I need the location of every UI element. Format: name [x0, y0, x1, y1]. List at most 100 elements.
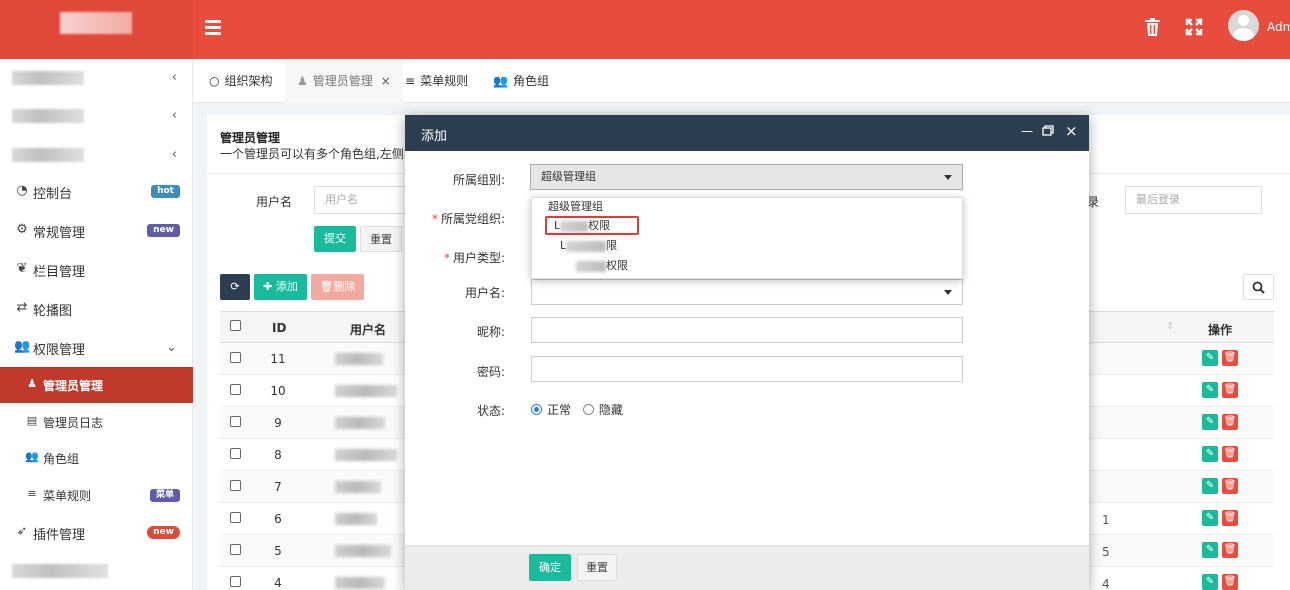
password-input[interactable] — [531, 356, 963, 382]
trash-icon: 🗑 — [1223, 448, 1237, 459]
delete-row-button[interactable]: 🗑 — [1222, 542, 1238, 558]
delete-button[interactable]: 🗑删除 — [311, 274, 364, 300]
edit-button[interactable]: ✎ — [1202, 542, 1218, 558]
sidebar-item-auth[interactable]: 👥 权限管理 ⌄ — [0, 328, 193, 367]
admin-name[interactable]: Adm — [1267, 20, 1290, 34]
dialog-reset-button[interactable]: 重置 — [577, 554, 617, 581]
search-toggle-button[interactable] — [1243, 274, 1274, 300]
status-hidden-radio[interactable]: 隐藏 — [582, 403, 623, 417]
sidebar-item-redacted-4[interactable] — [0, 552, 193, 590]
sidebar-subitem-adminlog[interactable]: ▤ 管理员日志 — [0, 404, 193, 440]
sidebar-item-plugin[interactable]: ➶ 插件管理 new — [0, 513, 193, 552]
username-select[interactable] — [531, 279, 963, 305]
add-button[interactable]: ✚ 添加 — [254, 274, 307, 300]
trash-icon[interactable] — [1144, 18, 1161, 41]
submit-button[interactable]: 提交 — [314, 226, 356, 252]
user-avatar[interactable] — [1228, 10, 1259, 41]
edit-button[interactable]: ✎ — [1202, 414, 1218, 430]
row-checkbox[interactable] — [230, 544, 241, 555]
row-checkbox[interactable] — [230, 512, 241, 523]
refresh-button[interactable]: ⟳ — [220, 274, 250, 300]
edit-button[interactable]: ✎ — [1202, 510, 1218, 526]
username-redacted — [335, 545, 391, 557]
sidebar-item-general[interactable]: ⚙ 常规管理 new — [0, 211, 193, 250]
tab-group[interactable]: 👥 角色组 — [489, 59, 553, 103]
delete-row-button[interactable]: 🗑 — [1222, 510, 1238, 526]
row-checkbox[interactable] — [230, 576, 241, 587]
reset-button[interactable]: 重置 — [360, 226, 402, 252]
column-header-ops: 操作 — [1208, 323, 1233, 337]
dialog-title: 添加 — [421, 129, 448, 144]
dropdown-option[interactable]: L限 — [532, 236, 964, 256]
row-id: 8 — [274, 448, 282, 462]
select-all-checkbox[interactable] — [230, 320, 241, 331]
username-redacted — [335, 481, 381, 493]
password-label: 密码: — [476, 365, 505, 379]
tab-label: 菜单规则 — [420, 74, 469, 88]
last-login-input[interactable]: 最后登录 — [1125, 186, 1262, 214]
row-checkbox[interactable] — [230, 416, 241, 427]
highlight-annotation — [545, 216, 639, 235]
caret-down-icon — [944, 175, 952, 180]
status-normal-radio[interactable]: 正常 — [531, 403, 571, 417]
column-header-username[interactable]: 用户名 — [350, 321, 386, 338]
tab-admin[interactable]: ♟ 管理员管理 × — [285, 59, 403, 103]
edit-button[interactable]: ✎ — [1202, 350, 1218, 366]
dropdown-option[interactable]: 超级管理组 — [532, 197, 964, 217]
pencil-icon: ✎ — [1205, 480, 1215, 491]
dropdown-option[interactable]: 权限 — [532, 256, 964, 276]
fullscreen-icon[interactable] — [1185, 18, 1203, 41]
nickname-input[interactable] — [531, 317, 963, 343]
sidebar-item-carousel[interactable]: ⇄ 轮播图 — [0, 289, 193, 328]
leaf-icon: ❦ — [16, 261, 28, 276]
close-icon[interactable]: × — [381, 74, 391, 88]
row-checkbox[interactable] — [230, 448, 241, 459]
delete-row-button[interactable]: 🗑 — [1222, 478, 1238, 494]
delete-row-button[interactable]: 🗑 — [1222, 446, 1238, 462]
edit-button[interactable]: ✎ — [1202, 478, 1218, 494]
column-header-id[interactable]: ID — [272, 321, 286, 335]
row-id: 6 — [274, 512, 282, 526]
row-checkbox[interactable] — [230, 384, 241, 395]
trash-icon: 🗑 — [319, 280, 334, 293]
sidebar-item-redacted-2[interactable]: ‹ — [0, 97, 193, 136]
sidebar-item-columns[interactable]: ❦ 栏目管理 — [0, 250, 193, 289]
close-icon[interactable]: × — [1065, 122, 1078, 140]
delete-row-button[interactable]: 🗑 — [1222, 350, 1238, 366]
delete-row-button[interactable]: 🗑 — [1222, 382, 1238, 398]
confirm-button[interactable]: 确定 — [529, 554, 571, 581]
sidebar-item-label: 插件管理 — [33, 528, 86, 543]
delete-row-button[interactable]: 🗑 — [1222, 414, 1238, 430]
sidebar-item-label: 管理员管理 — [43, 379, 104, 393]
sidebar-item-label: 菜单规则 — [43, 489, 92, 503]
sidebar-subitem-admin[interactable]: ♟ 管理员管理 — [0, 367, 193, 403]
caret-down-icon — [944, 290, 952, 295]
maximize-icon[interactable] — [1042, 125, 1054, 139]
sort-icon[interactable]: ⇕ — [1166, 321, 1174, 332]
sidebar-item-redacted-3[interactable]: ‹ — [0, 136, 193, 175]
row-checkbox[interactable] — [230, 480, 241, 491]
sidebar-item-dashboard[interactable]: ◔ 控制台 hot — [0, 172, 193, 211]
sidebar-subitem-rule[interactable]: ≡ 菜单规则 菜单 — [0, 477, 193, 513]
sidebar-item-redacted-1[interactable]: ‹ — [0, 59, 193, 98]
edit-button[interactable]: ✎ — [1202, 574, 1218, 590]
minimize-icon[interactable]: — — [1021, 124, 1033, 138]
username-redacted — [335, 513, 377, 525]
search-username-label: 用户名 — [256, 195, 293, 209]
group-select[interactable]: 超级管理组 — [530, 164, 963, 190]
group-icon: 👥 — [14, 339, 31, 354]
delete-row-button[interactable]: 🗑 — [1222, 574, 1238, 590]
tab-org[interactable]: ○ 组织架构 — [203, 59, 279, 103]
edit-button[interactable]: ✎ — [1202, 382, 1218, 398]
row-checkbox[interactable] — [230, 352, 241, 363]
username-redacted — [335, 353, 383, 365]
username-label: 用户名: — [464, 286, 505, 300]
new-badge: new — [147, 526, 180, 539]
logo[interactable] — [0, 0, 193, 59]
edit-button[interactable]: ✎ — [1202, 446, 1218, 462]
pencil-icon: ✎ — [1205, 352, 1215, 363]
pencil-icon: ✎ — [1205, 576, 1215, 587]
tab-rule[interactable]: ≡ 菜单规则 — [401, 59, 472, 103]
sidebar-subitem-group[interactable]: 👥 角色组 — [0, 440, 193, 476]
menu-toggle-icon[interactable] — [205, 20, 221, 35]
